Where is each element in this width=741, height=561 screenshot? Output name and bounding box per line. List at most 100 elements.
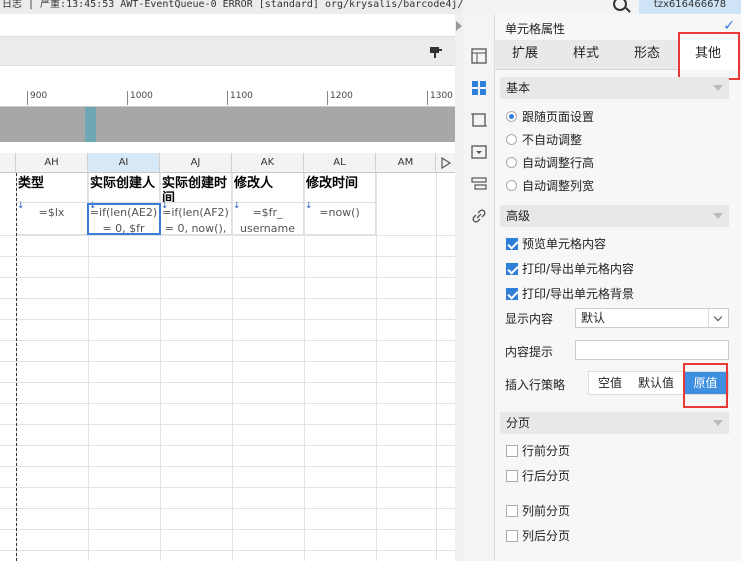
hyperlink-icon[interactable] [471,208,487,224]
check-break-after-col[interactable]: 列后分页 [506,528,570,544]
header-cell[interactable]: 实际创建时间 [160,173,232,203]
column-nav[interactable] [436,153,455,173]
cell-attributes-icon[interactable] [471,80,487,96]
check-break-before-row[interactable]: 行前分页 [506,443,570,459]
radio-icon[interactable] [506,180,517,191]
formula-cell[interactable]: =now() [304,203,376,235]
format-painter-icon[interactable] [430,46,442,58]
ruler-tick: 1300 [427,91,453,105]
header-cell[interactable]: 修改人 [232,173,304,203]
insert-empty-button[interactable]: 空值 [589,372,631,394]
row-gridline [0,277,455,278]
selected-cell-outline [87,203,161,235]
log-search[interactable] [463,0,639,14]
display-content-label: 显示内容 [505,312,554,326]
checkbox-icon[interactable] [506,288,518,300]
column-gridline [304,173,305,561]
checkbox-label: 行后分页 [522,469,571,483]
column-header[interactable]: AM [376,153,436,173]
chevron-down-icon[interactable] [708,309,728,327]
checkbox-icon[interactable] [506,505,518,517]
scroll-right-icon[interactable] [440,156,452,170]
log-bar: 日志 | 严重:13:45:53 AWT-EventQueue-0 ERROR … [0,0,463,14]
checkbox-label: 打印/导出单元格内容 [522,262,635,276]
ruler: 900 1000 1100 1200 1300 [0,91,455,107]
collapse-panel-icon[interactable] [455,20,463,32]
chevron-down-icon[interactable] [713,213,723,219]
checkbox-icon[interactable] [506,238,518,250]
radio-auto-col[interactable]: 自动调整列宽 [506,178,594,194]
insert-row-label: 插入行策略 [505,378,566,392]
formula-cell[interactable]: =$lx [16,203,88,235]
column-header-blank [0,153,16,173]
checkbox-label: 行前分页 [522,444,571,458]
checkbox-icon[interactable] [506,445,518,457]
radio-icon[interactable] [506,157,517,168]
radio-label: 自动调整列宽 [522,179,595,193]
tab-expand[interactable]: 扩展 [495,40,555,70]
chevron-down-icon[interactable] [713,420,723,426]
content-tip-input[interactable] [575,340,729,360]
search-icon[interactable] [613,0,627,11]
tab-form[interactable]: 形态 [617,40,677,70]
radio-auto-row[interactable]: 自动调整行高 [506,155,594,171]
check-break-after-row[interactable]: 行后分页 [506,468,570,484]
check-preview-content[interactable]: 预览单元格内容 [506,236,606,252]
chevron-down-icon[interactable] [713,85,723,91]
condition-list-icon[interactable] [471,176,487,192]
section-title: 基本 [506,81,531,95]
header-cell[interactable]: 实际创建人 [88,173,160,203]
formula-cell[interactable]: =$fr_ username [232,203,304,235]
row-gridline [0,382,455,383]
checkbox-icon[interactable] [506,530,518,542]
check-print-content[interactable]: 打印/导出单元格内容 [506,261,634,277]
display-content-select[interactable]: 默认 [575,308,729,328]
row-gridline [0,340,455,341]
section-advanced[interactable]: 高级 [500,205,729,227]
column-header[interactable]: AL [304,153,376,173]
section-basic[interactable]: 基本 [500,77,729,99]
radio-icon[interactable] [506,134,517,145]
border-frame-icon[interactable] [471,112,487,128]
select-value: 默认 [581,311,606,325]
insert-default-button[interactable]: 默认值 [631,372,681,394]
column-gridline [436,173,437,561]
ruler-marker[interactable] [85,107,96,142]
splitter[interactable] [455,14,463,561]
radio-follow-page[interactable]: 跟随页面设置 [506,109,594,125]
formula-cell[interactable]: =if(len(AF2) = 0, now(), [160,203,232,235]
column-header[interactable]: AH [16,153,88,173]
checkbox-label: 预览单元格内容 [522,237,607,251]
row-gridline [0,466,455,467]
header-cell[interactable]: 类型 [16,173,88,203]
cell-layout-icon[interactable] [471,48,487,64]
section-paging[interactable]: 分页 [500,412,729,434]
row-gridline [0,298,455,299]
log-text: 日志 | 严重:13:45:53 AWT-EventQueue-0 ERROR … [2,0,463,10]
header-cell[interactable]: 修改时间 [304,173,376,203]
radio-label: 自动调整行高 [522,156,595,170]
column-header[interactable]: AK [232,153,304,173]
highlight-box-tab [678,32,740,80]
checkbox-icon[interactable] [506,263,518,275]
expand-down-icon: ↓ [305,201,313,211]
column-header[interactable]: AI [88,153,160,173]
checkbox-label: 列后分页 [522,529,571,543]
ruler-track [0,107,455,142]
user-badge: tzx616466678 [639,0,741,14]
widget-dropdown-icon[interactable] [471,144,487,160]
row-gridline [0,529,455,530]
expand-down-icon: ↓ [161,201,169,211]
tab-style[interactable]: 样式 [556,40,616,70]
check-break-before-col[interactable]: 列前分页 [506,503,570,519]
row-gridline [0,508,455,509]
column-header[interactable]: AJ [160,153,232,173]
checkbox-label: 打印/导出单元格背景 [522,287,635,301]
checkbox-icon[interactable] [506,470,518,482]
radio-no-auto[interactable]: 不自动调整 [506,132,582,148]
check-print-background[interactable]: 打印/导出单元格背景 [506,286,634,302]
radio-icon[interactable] [506,111,517,122]
checkbox-label: 列前分页 [522,504,571,518]
row-gridline [0,445,455,446]
row-gridline [0,235,455,236]
